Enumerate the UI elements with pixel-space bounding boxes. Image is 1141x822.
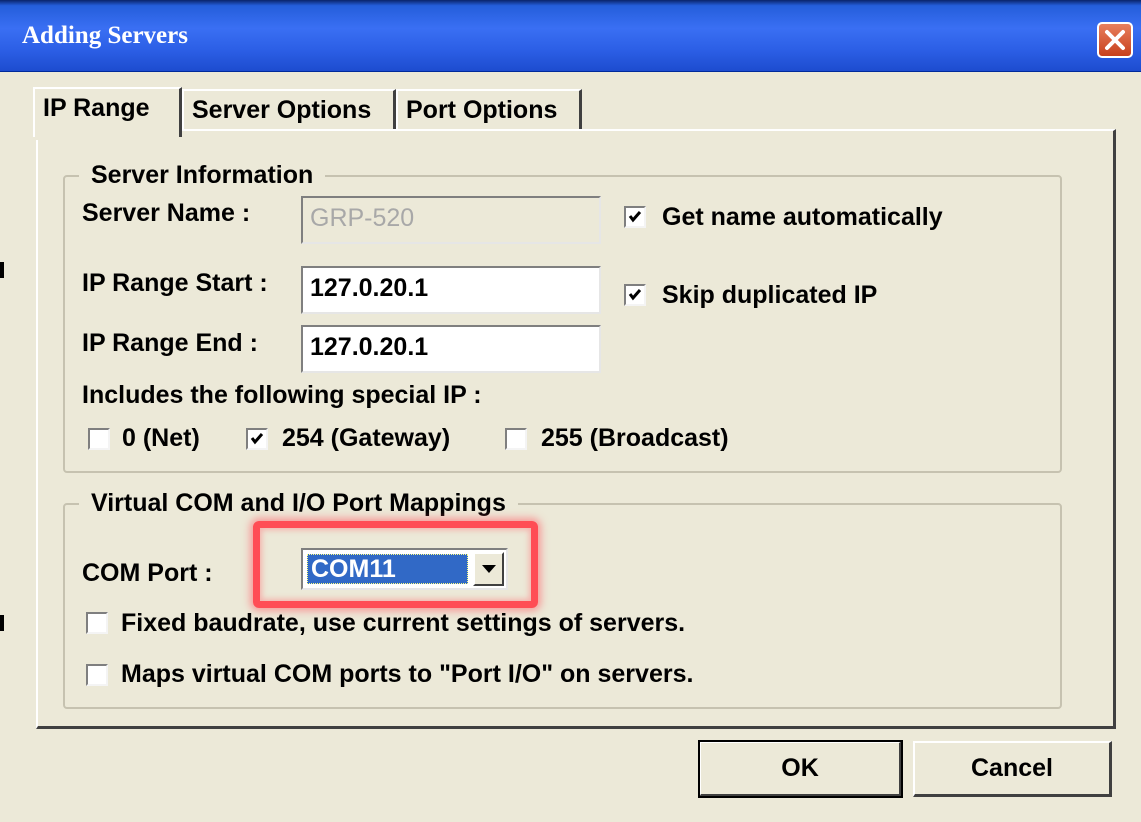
window-title: Adding Servers xyxy=(22,22,188,49)
window-edge-mark xyxy=(0,262,4,278)
window-edge-mark xyxy=(0,615,4,631)
special-ip-255-checkbox[interactable] xyxy=(505,428,527,450)
title-bar[interactable]: Adding Servers xyxy=(0,0,1141,72)
group-legend: Virtual COM and I/O Port Mappings xyxy=(79,488,518,518)
cancel-button[interactable]: Cancel xyxy=(913,741,1112,797)
get-name-automatically-label[interactable]: Get name automatically xyxy=(662,202,943,232)
skip-duplicated-ip-label[interactable]: Skip duplicated IP xyxy=(662,280,877,310)
ip-range-start-label: IP Range Start : xyxy=(82,269,268,297)
tab-label: Port Options xyxy=(406,96,558,124)
ip-range-end-label: IP Range End : xyxy=(82,329,258,357)
group-legend: Server Information xyxy=(79,160,326,190)
close-icon xyxy=(1105,30,1125,50)
server-name-label: Server Name : xyxy=(82,199,251,227)
tab-label: Server Options xyxy=(192,96,372,124)
highlight-box xyxy=(253,521,538,608)
ip-range-end-value: 127.0.20.1 xyxy=(310,333,429,361)
special-ip-254-label[interactable]: 254 (Gateway) xyxy=(282,423,450,453)
tab-ip-range[interactable]: IP Range xyxy=(33,87,182,140)
map-port-io-label[interactable]: Maps virtual COM ports to "Port I/O" on … xyxy=(121,659,693,689)
get-name-automatically-checkbox[interactable] xyxy=(624,206,646,228)
server-name-input[interactable]: GRP-520 xyxy=(301,196,601,244)
ip-range-end-input[interactable]: 127.0.20.1 xyxy=(301,325,601,373)
close-button[interactable] xyxy=(1097,22,1133,58)
fixed-baudrate-label[interactable]: Fixed baudrate, use current settings of … xyxy=(121,608,685,638)
special-ip-254-checkbox[interactable] xyxy=(246,428,268,450)
special-ip-label: Includes the following special IP : xyxy=(82,381,482,409)
special-ip-0-label[interactable]: 0 (Net) xyxy=(122,423,200,453)
check-icon xyxy=(628,211,642,223)
check-icon xyxy=(250,433,264,445)
adding-servers-dialog: Adding Servers IP Range Server Options P… xyxy=(0,0,1141,822)
ip-range-start-value: 127.0.20.1 xyxy=(310,274,429,302)
special-ip-0-checkbox[interactable] xyxy=(88,428,110,450)
tab-label: IP Range xyxy=(43,94,150,122)
com-port-label: COM Port : xyxy=(82,559,213,587)
map-port-io-checkbox[interactable] xyxy=(86,664,108,686)
ip-range-start-input[interactable]: 127.0.20.1 xyxy=(301,266,601,314)
tab-port-options[interactable]: Port Options xyxy=(396,89,582,131)
fixed-baudrate-checkbox[interactable] xyxy=(86,612,108,634)
check-icon xyxy=(628,289,642,301)
skip-duplicated-ip-checkbox[interactable] xyxy=(624,284,646,306)
ok-button[interactable]: OK xyxy=(698,740,903,798)
server-name-value: GRP-520 xyxy=(310,204,415,232)
special-ip-255-label[interactable]: 255 (Broadcast) xyxy=(541,423,729,453)
tab-server-options[interactable]: Server Options xyxy=(182,89,396,131)
